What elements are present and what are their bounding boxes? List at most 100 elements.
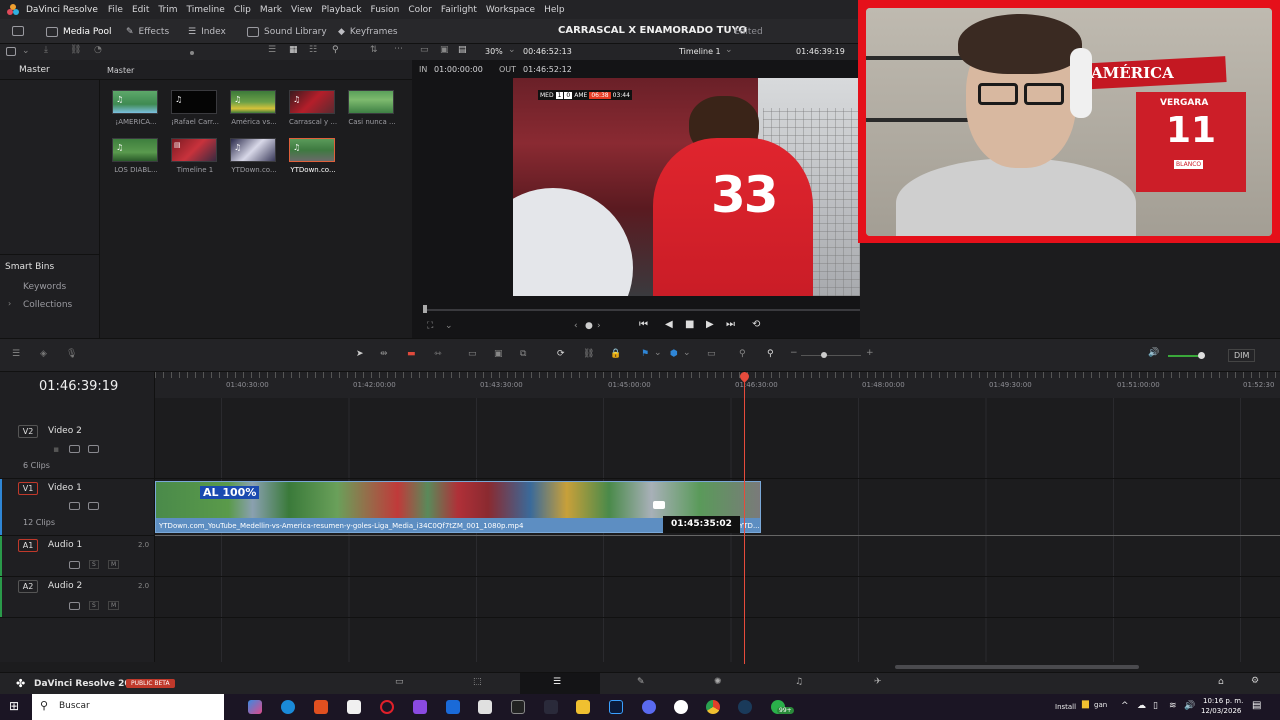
timeline-audio-icon[interactable]: ◈ xyxy=(40,349,47,359)
capcut-icon[interactable] xyxy=(511,700,525,714)
stop-icon[interactable]: ■ xyxy=(685,319,694,330)
page-cut-icon[interactable]: ⬚ xyxy=(473,677,482,687)
media-pool-button[interactable]: Media Pool xyxy=(46,24,112,39)
jog-forward-icon[interactable]: › xyxy=(597,321,601,331)
menu-color[interactable]: Color xyxy=(408,5,432,15)
timeline-dropdown-icon[interactable]: ⌄ xyxy=(725,45,733,55)
lock-icon[interactable]: 🔒 xyxy=(610,349,621,359)
chevron-down-icon[interactable]: ⌄ xyxy=(22,46,30,56)
menu-view[interactable]: View xyxy=(291,5,312,15)
zoom-out-icon[interactable]: − xyxy=(790,348,798,358)
weather-icon[interactable]: ▆ xyxy=(1082,699,1089,709)
volume-slider[interactable] xyxy=(1168,352,1205,359)
opera-icon[interactable] xyxy=(380,700,394,714)
marker-icon[interactable]: ⬢ xyxy=(670,349,678,359)
grid-view-icon[interactable]: ▦ xyxy=(289,45,298,55)
smart-bins-label[interactable]: Smart Bins xyxy=(5,262,54,272)
weather-label[interactable]: gan xyxy=(1094,701,1107,709)
menu-fusion[interactable]: Fusion xyxy=(371,5,400,15)
selection-tool-icon[interactable]: ➤ xyxy=(356,349,364,359)
media-clip[interactable]: ♫ América vs... xyxy=(230,90,278,126)
thumbnail-size-slider[interactable] xyxy=(190,51,198,55)
blade-tool-icon[interactable]: ▬ xyxy=(407,349,416,359)
microphone-icon[interactable]: 🎙 xyxy=(66,349,77,359)
track-code[interactable]: V2 xyxy=(18,425,38,438)
zoom-in-icon[interactable]: + xyxy=(866,348,874,358)
chatgpt-icon[interactable] xyxy=(674,700,688,714)
timeline-view-options-icon[interactable]: ☰ xyxy=(12,349,20,359)
jog-back-icon[interactable]: ‹ xyxy=(574,321,578,331)
page-media-icon[interactable]: ▭ xyxy=(395,677,404,687)
chrome-icon[interactable] xyxy=(706,700,720,714)
viewer-zoom[interactable]: 30% xyxy=(485,47,503,56)
settings-gear-icon[interactable]: ⚙ xyxy=(1251,676,1259,686)
media-clip[interactable]: ♫ LOS DIABL... xyxy=(112,138,160,174)
index-button[interactable]: ☰ Index xyxy=(188,24,226,39)
media-clip[interactable]: ▤ Timeline 1 xyxy=(171,138,219,174)
menu-trim[interactable]: Trim xyxy=(158,5,177,15)
play-icon[interactable]: ▶ xyxy=(706,319,714,330)
skip-start-icon[interactable]: ⏮ xyxy=(639,319,648,330)
jog-dot-icon[interactable]: ● xyxy=(585,321,593,331)
sort-icon[interactable]: ⇅ xyxy=(370,45,378,55)
list-view-icon[interactable]: ☰ xyxy=(268,45,276,55)
menu-mark[interactable]: Mark xyxy=(260,5,282,15)
folder-icon[interactable] xyxy=(576,700,590,714)
app-purple-icon[interactable] xyxy=(413,700,427,714)
track-name[interactable]: Audio 2 xyxy=(48,581,82,591)
auto-select-icon[interactable] xyxy=(69,602,80,610)
skip-end-icon[interactable]: ⏭ xyxy=(726,319,735,330)
loop-icon[interactable]: ⟲ xyxy=(752,319,760,330)
timeline-ruler[interactable]: 01:40:30:00 01:42:00:00 01:43:30:00 01:4… xyxy=(155,372,1280,398)
viewer-options-chevron-icon[interactable]: ⌄ xyxy=(445,321,453,331)
network-icon[interactable]: ☁ xyxy=(1137,701,1146,711)
menu-help[interactable]: Help xyxy=(544,5,565,15)
media-clip[interactable]: ♫ YTDown.co... xyxy=(230,138,278,174)
battery-icon[interactable]: ▯ xyxy=(1153,701,1158,711)
sidebar-toggle-icon[interactable] xyxy=(6,47,16,56)
track-visibility-icon[interactable] xyxy=(88,445,99,453)
viewer-film-icon[interactable]: ▤ xyxy=(458,45,467,55)
photoshop-icon[interactable] xyxy=(609,700,623,714)
outlook-icon[interactable] xyxy=(446,700,460,714)
menu-workspace[interactable]: Workspace xyxy=(486,5,535,15)
overwrite-clip-icon[interactable]: ▣ xyxy=(494,349,503,359)
marker-dropdown-icon[interactable]: ⌄ xyxy=(683,348,691,358)
menu-timeline[interactable]: Timeline xyxy=(187,5,225,15)
play-reverse-icon[interactable]: ◀ xyxy=(665,319,673,330)
full-extent-zoom-icon[interactable]: ▭ xyxy=(707,349,716,359)
page-color-icon[interactable]: ✺ xyxy=(714,677,722,687)
viewer-frame[interactable]: 33 MED 1 0 AME 06:38 03:44 xyxy=(513,78,899,296)
keywords-item[interactable]: Keywords xyxy=(23,282,66,292)
install-label[interactable]: Install xyxy=(1055,703,1076,711)
sidebar-master-label[interactable]: Master xyxy=(19,65,50,75)
wifi-icon[interactable]: ≋ xyxy=(1169,701,1177,711)
metadata-view-icon[interactable]: ☷ xyxy=(309,45,317,55)
viewer-options-icon[interactable]: ⛶ xyxy=(427,321,433,331)
page-fairlight-icon[interactable]: ♫ xyxy=(795,677,803,687)
media-clip[interactable]: ♫ Carrascal y ... xyxy=(289,90,337,126)
office-icon[interactable] xyxy=(314,700,328,714)
effects-button[interactable]: ✎ Effects xyxy=(126,24,169,39)
media-clip[interactable]: ♫ ¡AMERICA... xyxy=(112,90,160,126)
store-icon[interactable] xyxy=(478,700,492,714)
viewer-clip-icon[interactable]: ▣ xyxy=(440,45,449,55)
track-name[interactable]: Video 1 xyxy=(48,483,82,493)
flag-icon[interactable]: ⚑ xyxy=(641,349,649,359)
menu-fairlight[interactable]: Fairlight xyxy=(441,5,477,15)
track-code[interactable]: A2 xyxy=(18,580,38,593)
track-code[interactable]: A1 xyxy=(18,539,38,552)
more-options-icon[interactable]: ⋯ xyxy=(394,44,403,54)
insert-clip-icon[interactable]: ▭ xyxy=(468,349,477,359)
flag-dropdown-icon[interactable]: ⌄ xyxy=(654,348,662,358)
link-icon[interactable]: ⛓ xyxy=(70,45,81,55)
dynamic-trim-icon[interactable]: ⇿ xyxy=(434,349,442,359)
trim-tool-icon[interactable]: ⇹ xyxy=(380,349,388,359)
track-visibility-icon[interactable] xyxy=(88,502,99,510)
menu-clip[interactable]: Clip xyxy=(234,5,251,15)
page-fusion-icon[interactable]: ✎ xyxy=(637,677,645,687)
collections-chevron-icon[interactable]: › xyxy=(8,299,11,308)
zoom-dropdown-icon[interactable]: ⌄ xyxy=(508,45,516,55)
sync-icon[interactable]: ◔ xyxy=(94,45,102,55)
edge-icon[interactable] xyxy=(281,700,295,714)
